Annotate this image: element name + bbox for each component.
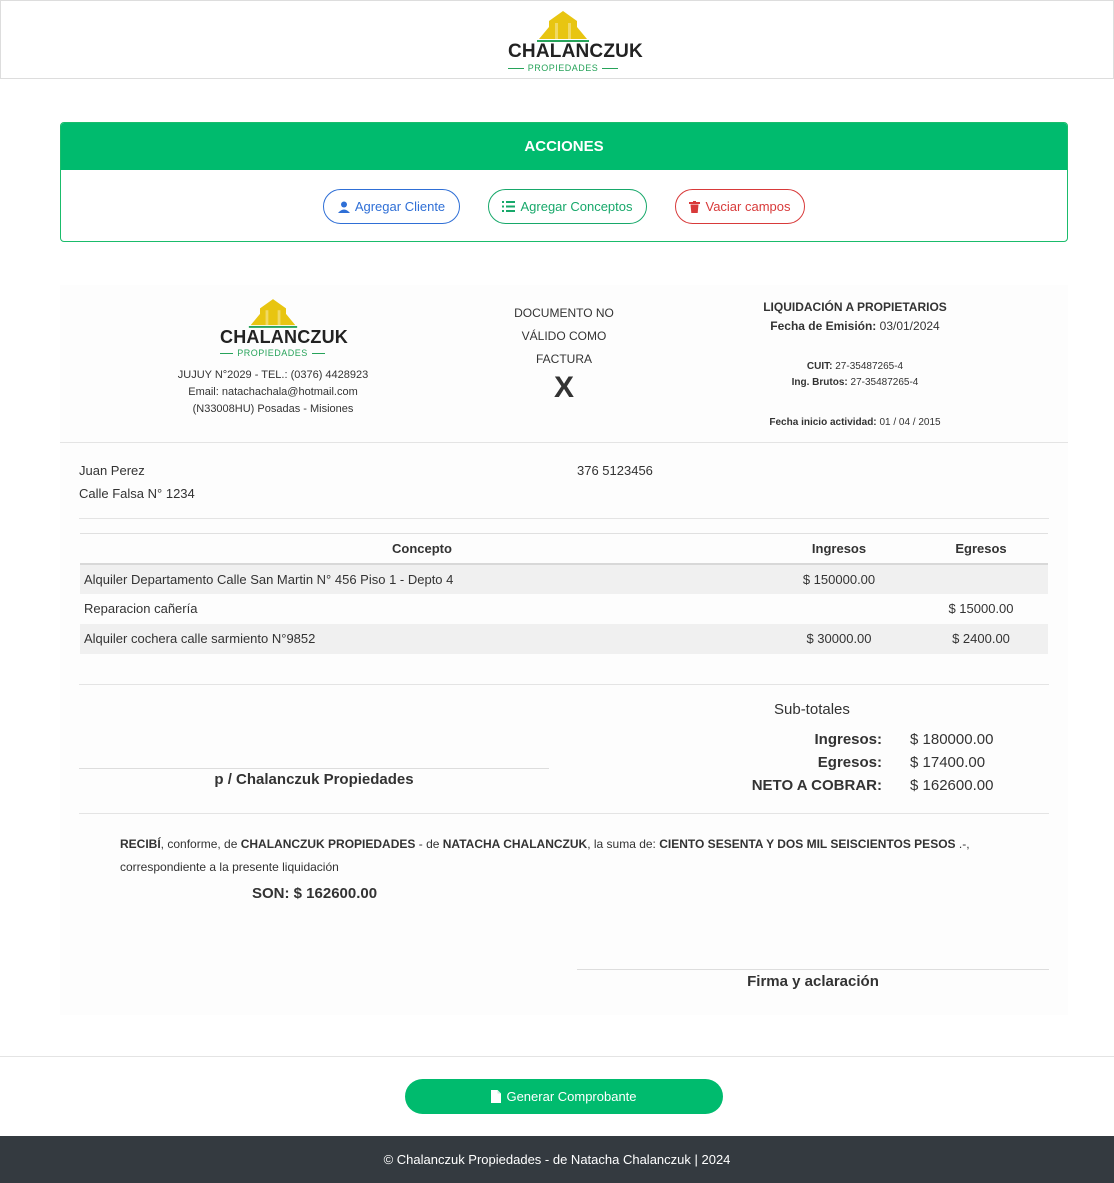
header-concepto: Concepto [80,533,764,565]
conceptos-table: Concepto Ingresos Egresos Alquiler Depar… [80,533,1048,654]
agregar-cliente-label: Agregar Cliente [354,199,446,214]
vaciar-campos-button[interactable]: Vaciar campos [675,189,805,224]
building-logo-icon [537,11,589,42]
company-city: (N33008HU) Posadas - Misiones [192,403,354,415]
recibo-text-4: .-, [955,837,970,851]
generar-comprobante-button[interactable]: Generar Comprobante [405,1079,723,1114]
fecha-emision-value: 03/01/2024 [879,319,940,333]
row-ingresos: $ 30000.00 [764,623,914,654]
ingresos-brutos: Ing. Brutos: 27-35487265-4 [740,377,970,388]
ingresos-brutos-label: Ing. Brutos: [791,377,848,388]
row-concepto: Alquiler cochera calle sarmiento N°9852 [80,623,764,654]
user-icon [337,201,350,213]
recibo-line2: correspondiente a la presente liquidació… [120,860,339,874]
neto-cobrar-label: NETO A COBRAR: [751,777,882,794]
firma-empresa-line [79,768,549,769]
vaciar-campos-label: Vaciar campos [705,199,791,214]
neto-cobrar-value: $ 162600.00 [910,777,994,794]
section-divider [0,1056,1114,1057]
recibo-line1: RECIBÍ, conforme, de CHALANCZUK PROPIEDA… [120,833,1000,856]
file-icon [491,1090,502,1103]
company-email: Email: natachachala@hotmail.com [188,386,358,398]
page-footer: © Chalanczuk Propiedades - de Natacha Ch… [0,1136,1114,1183]
fecha-inicio-value: 01 / 04 / 2015 [879,417,941,428]
document-letter: X [553,371,574,404]
recibo-empresa: CHALANCZUK PROPIEDADES [240,837,416,851]
document-note-line2: VÁLIDO COMO [521,329,607,343]
liquidacion-document: CHALANCZUK PROPIEDADES JUJUY N°2029 - TE… [60,285,1068,1015]
egresos-total-label: Egresos: [817,754,882,771]
client-phone: 376 5123456 [577,463,653,478]
ingresos-total-label: Ingresos: [814,731,882,748]
recibo-text-1: , conforme, de [160,837,241,851]
logo-subtitle: PROPIEDADES [508,63,618,73]
agregar-cliente-button[interactable]: Agregar Cliente [323,189,460,224]
client-address: Calle Falsa N° 1234 [79,486,195,501]
agregar-conceptos-button[interactable]: Agregar Conceptos [488,189,647,224]
agregar-conceptos-label: Agregar Conceptos [520,199,633,214]
document-logo: CHALANCZUK PROPIEDADES [220,297,348,358]
header-logo: CHALANCZUK PROPIEDADES [508,9,643,73]
firma-aclaracion: Firma y aclaración [747,973,879,990]
footer-copyright: © Chalanczuk Propiedades - de Natacha Ch… [383,1152,731,1167]
divider [79,813,1049,814]
document-note-line3: FACTURA [535,352,592,366]
trash-icon [689,200,701,213]
recibo-monto-letras: CIENTO SESENTA Y DOS MIL SEISCIENTOS PES… [659,837,956,851]
table-row[interactable]: Alquiler Departamento Calle San Martin N… [80,563,1048,594]
list-icon [502,201,516,212]
divider [60,442,1068,443]
cuit-label: CUIT: [806,361,833,372]
firma-aclaracion-line [577,969,1049,970]
ingresos-brutos-value: 27-35487265-4 [850,377,919,388]
firma-empresa: p / Chalanczuk Propiedades [214,771,414,788]
liquidacion-title: LIQUIDACIÓN A PROPIETARIOS [763,300,947,314]
row-egresos: $ 2400.00 [914,623,1048,654]
recibo-persona: NATACHA CHALANCZUK [442,837,588,851]
document-note-line1: DOCUMENTO NO [514,306,614,320]
cuit-value: 27-35487265-4 [835,361,904,372]
recibo-recibi: RECIBÍ [120,837,161,851]
client-name: Juan Perez [79,463,145,478]
recibo-son: SON: $ 162600.00 [252,885,378,902]
table-row[interactable]: Alquiler cochera calle sarmiento N°9852 … [80,623,1048,654]
fecha-inicio-label: Fecha inicio actividad: [769,417,877,428]
divider [79,518,1049,519]
fecha-inicio-actividad: Fecha inicio actividad: 01 / 04 / 2015 [740,417,970,428]
row-concepto: Reparacion cañería [84,601,198,616]
acciones-title: ACCIONES [61,123,1067,170]
fecha-emision-label: Fecha de Emisión: [770,319,877,333]
header-egresos: Egresos [914,533,1048,565]
table-row[interactable]: Reparacion cañería $ 15000.00 [80,594,1048,624]
document-logo-subtitle: PROPIEDADES [220,348,325,358]
recibo-text-3: , la suma de: [587,837,660,851]
cuit: CUIT: 27-35487265-4 [740,361,970,372]
fecha-emision: Fecha de Emisión: 03/01/2024 [740,319,970,333]
top-header: CHALANCZUK PROPIEDADES [0,0,1114,79]
header-ingresos: Ingresos [764,533,914,565]
document-logo-brand: CHALANCZUK [220,327,348,347]
recibo-text: RECIBÍ, conforme, de CHALANCZUK PROPIEDA… [120,833,1000,879]
acciones-panel: ACCIONES Agregar Cliente Agregar Concept… [60,122,1068,242]
building-logo-icon [248,299,297,328]
generar-comprobante-label: Generar Comprobante [506,1089,637,1104]
row-ingresos: $ 150000.00 [764,563,914,594]
table-header-row: Concepto Ingresos Egresos [80,533,1048,565]
company-address: JUJUY N°2029 - TEL.: (0376) 4428923 [177,369,369,381]
recibo-text-2: - de [415,837,443,851]
document-note: DOCUMENTO NO VÁLIDO COMO FACTURA X [484,302,644,405]
divider [79,684,1049,685]
row-egresos [914,563,1048,594]
subtotales-title: Sub-totales [774,701,850,718]
logo-brand: CHALANCZUK [508,41,643,62]
ingresos-total-value: $ 180000.00 [910,731,994,748]
row-ingresos [764,594,914,624]
row-egresos: $ 15000.00 [948,601,1014,616]
row-concepto: Alquiler Departamento Calle San Martin N… [80,563,764,594]
egresos-total-value: $ 17400.00 [910,754,986,771]
